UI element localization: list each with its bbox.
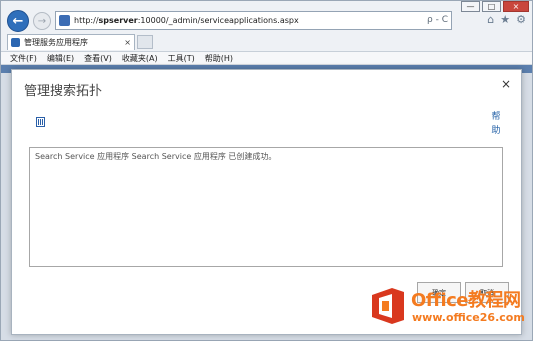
menu-help[interactable]: 帮助(H) xyxy=(205,53,233,64)
forward-button[interactable]: → xyxy=(33,12,51,30)
tab-label: 管理服务应用程序 xyxy=(24,38,88,47)
menu-bar: 文件(F) 编辑(E) 查看(V) 收藏夹(A) 工具(T) 帮助(H) xyxy=(1,51,532,65)
address-row: ← → http://spserver:10000/_admin/service… xyxy=(5,9,528,33)
menu-favorites[interactable]: 收藏夹(A) xyxy=(122,53,158,64)
message-box: Search Service 应用程序 Search Service 应用程序 … xyxy=(29,147,503,267)
tab-row: 管理服务应用程序 × xyxy=(5,34,528,51)
gear-icon[interactable]: ⚙ xyxy=(516,13,526,26)
home-icon[interactable]: ⌂ xyxy=(487,13,494,26)
url-text: http://spserver:10000/_admin/serviceappl… xyxy=(74,16,299,25)
menu-tools[interactable]: 工具(T) xyxy=(168,53,195,64)
dialog-close-icon[interactable]: × xyxy=(501,77,511,91)
address-bar[interactable]: http://spserver:10000/_admin/serviceappl… xyxy=(55,11,452,30)
toolbar-icons: ⌂ ★ ⚙ xyxy=(487,13,526,26)
office-logo-icon xyxy=(372,288,404,324)
browser-window: — □ × ← → http://spserver:10000/_admin/s… xyxy=(0,0,533,341)
ribbon-toggle-icon[interactable] xyxy=(36,117,45,127)
new-tab-button[interactable] xyxy=(137,35,153,49)
search-refresh-icon[interactable]: ρ - C xyxy=(427,15,448,25)
menu-edit[interactable]: 编辑(E) xyxy=(47,53,74,64)
back-button[interactable]: ← xyxy=(7,10,29,32)
watermark: Office教程网 www.office26.com xyxy=(368,284,530,334)
tab-close-icon[interactable]: × xyxy=(124,38,131,47)
status-message: Search Service 应用程序 Search Service 应用程序 … xyxy=(35,152,277,161)
watermark-url: www.office26.com xyxy=(412,311,525,324)
watermark-title: Office教程网 xyxy=(411,290,521,311)
sharepoint-icon xyxy=(11,38,20,47)
menu-file[interactable]: 文件(F) xyxy=(10,53,37,64)
tab-active[interactable]: 管理服务应用程序 × xyxy=(7,34,135,50)
help-link[interactable]: 帮助 xyxy=(491,110,501,138)
favorites-icon[interactable]: ★ xyxy=(500,13,510,26)
site-icon xyxy=(59,15,70,26)
dialog-title: 管理搜索拓扑 xyxy=(24,84,103,99)
menu-view[interactable]: 查看(V) xyxy=(84,53,112,64)
